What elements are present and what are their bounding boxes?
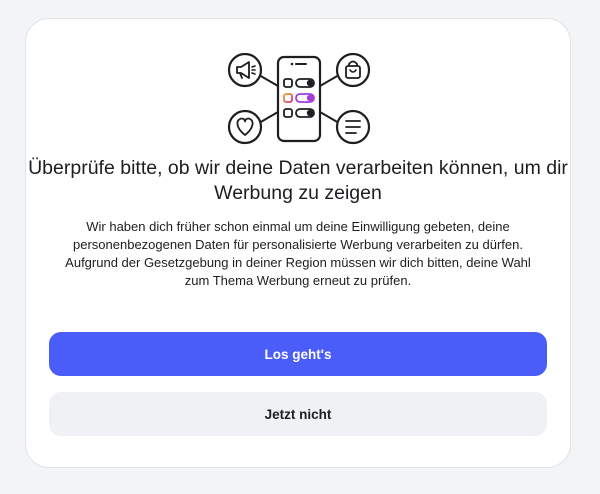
dialog-title: Überprüfe bitte, ob wir deine Daten vera… — [28, 157, 568, 204]
continue-button[interactable]: Los geht's — [49, 332, 547, 376]
shopping-bag-icon — [335, 53, 371, 88]
not-now-button[interactable]: Jetzt nicht — [49, 392, 547, 436]
megaphone-icon — [227, 53, 263, 88]
consent-illustration — [227, 53, 371, 145]
dialog-description: Wir haben dich früher schon einmal um de… — [65, 219, 531, 288]
menu-lines-icon — [335, 109, 371, 145]
heart-icon — [227, 109, 263, 145]
phone-icon — [276, 55, 322, 143]
ad-consent-dialog: Überprüfe bitte, ob wir deine Daten vera… — [25, 18, 571, 468]
